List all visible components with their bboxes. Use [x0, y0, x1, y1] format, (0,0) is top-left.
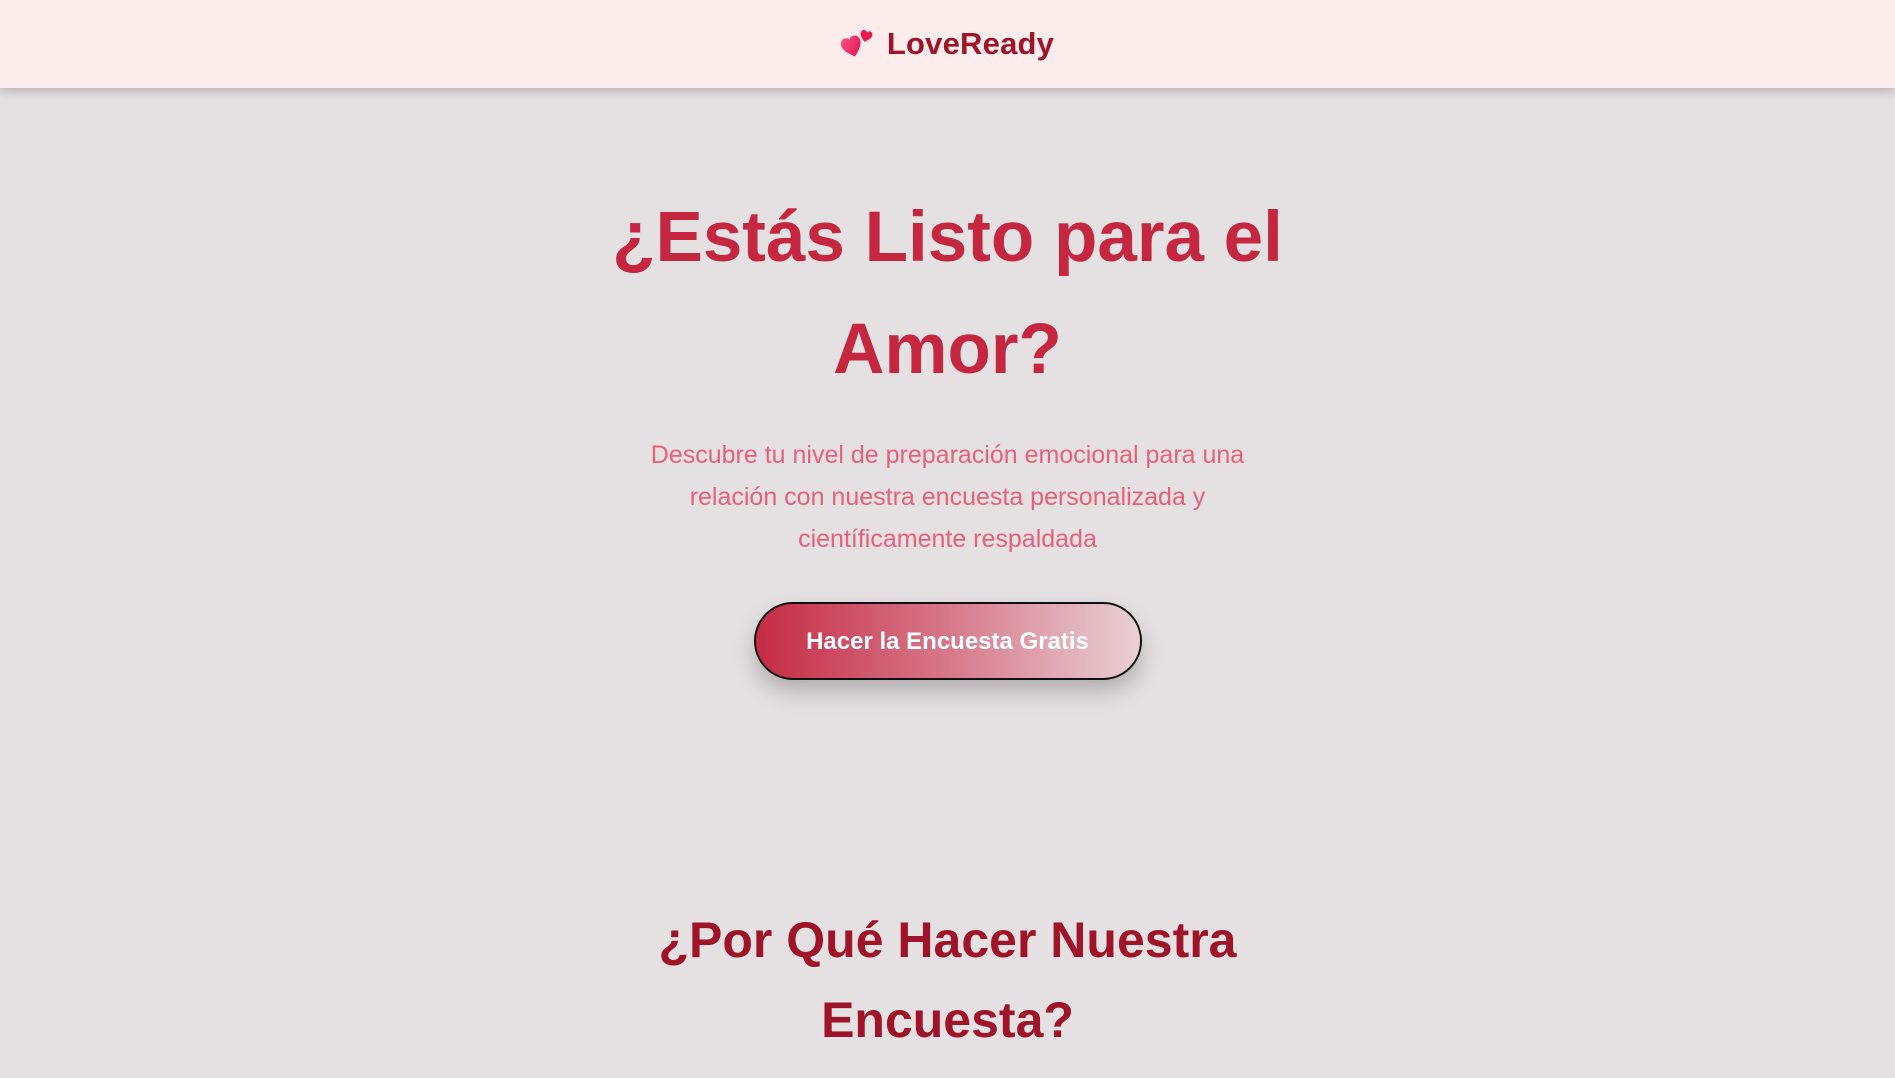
two-hearts-icon [840, 30, 873, 57]
take-survey-button[interactable]: Hacer la Encuesta Gratis [753, 602, 1142, 680]
why-section-title: ¿Por Qué Hacer Nuestra Encuesta? [658, 912, 1237, 1048]
brand-name: LoveReady [886, 26, 1055, 61]
hero-section: ¿Estás Listo para el Amor? Descubre tu n… [0, 88, 1895, 680]
hero-title: ¿Estás Listo para el Amor? [612, 198, 1283, 389]
top-navbar: LoveReady [0, 0, 1895, 88]
why-section-heading: ¿Por Qué Hacer Nuestra Encuesta? [0, 900, 1895, 1060]
brand-logo-link[interactable]: LoveReady [840, 26, 1055, 62]
hero-subtitle: Descubre tu nivel de preparación emocion… [650, 441, 1245, 553]
